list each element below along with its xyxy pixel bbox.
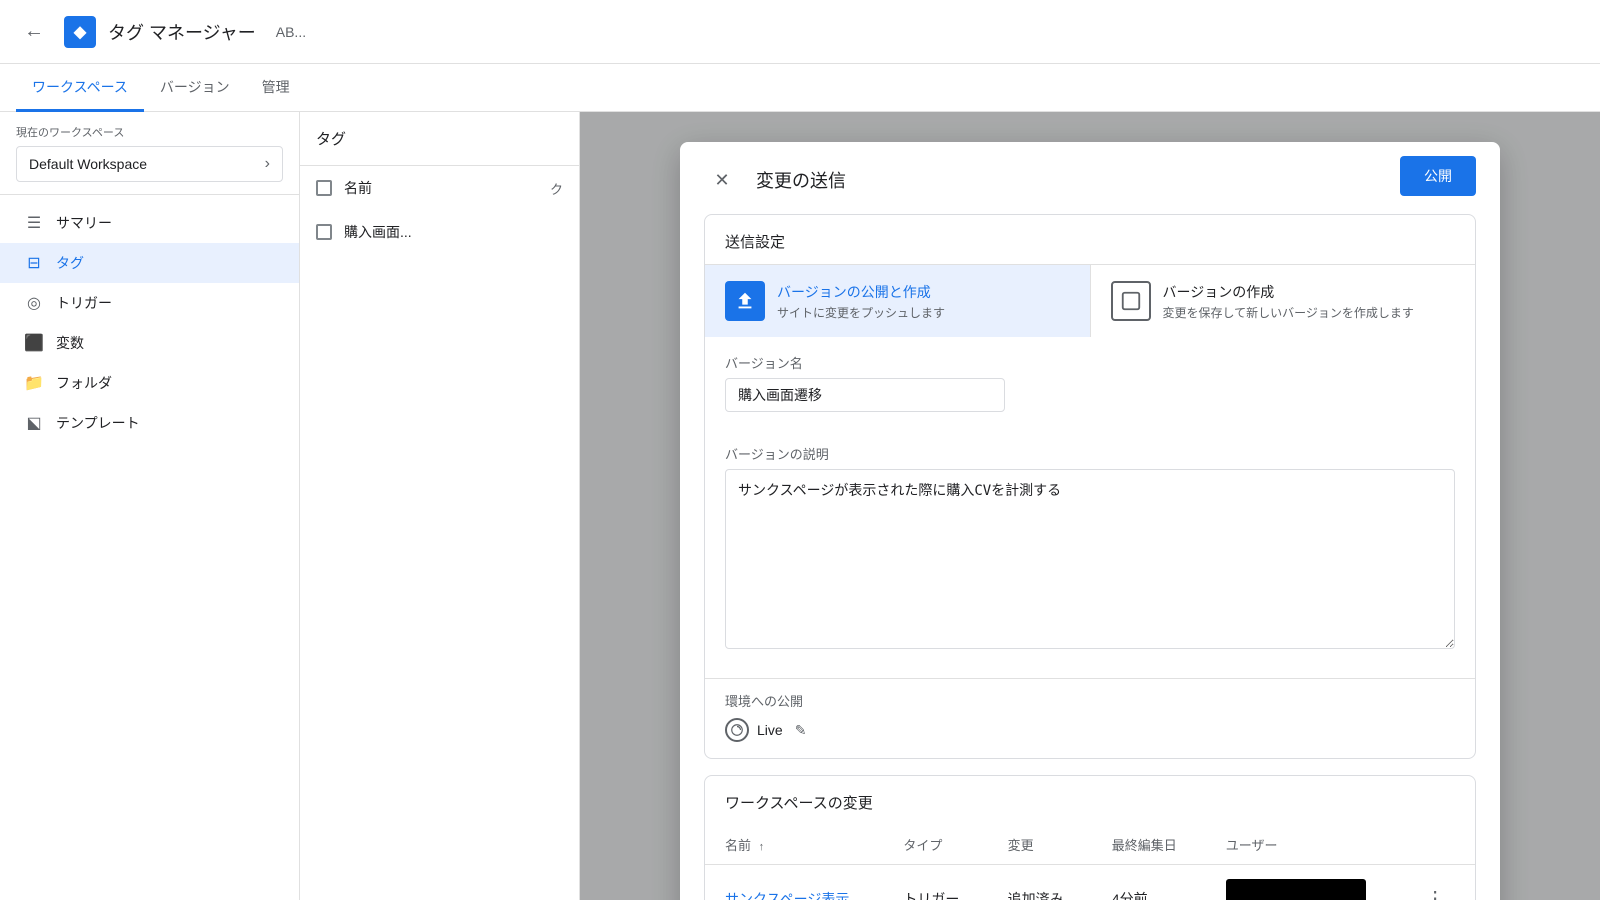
env-section: 環境への公開 Live ✎: [705, 678, 1475, 758]
env-badge: Live ✎: [725, 718, 806, 742]
send-settings-card: 送信設定 バージョンの公開と作成: [704, 214, 1476, 759]
tab-version[interactable]: バージョン: [144, 65, 246, 112]
modal-body: 送信設定 バージョンの公開と作成: [680, 214, 1500, 900]
sidebar-item-variables[interactable]: ⬛ 変数: [0, 323, 299, 363]
version-name-section: バージョン名: [705, 337, 1475, 428]
publish-button[interactable]: 公開: [1400, 156, 1476, 196]
back-button[interactable]: ←: [16, 14, 52, 50]
change-edited-thankyou: 4分前: [1092, 865, 1206, 900]
version-desc-label: バージョンの説明: [725, 444, 1455, 463]
changes-card-header: ワークスペースの変更: [705, 776, 1475, 825]
publish-options: バージョンの公開と作成 サイトに変更をプッシュします: [705, 264, 1475, 337]
modal-overlay: ✕ 変更の送信 公開 送信設定: [580, 112, 1600, 900]
version-name-label: バージョン名: [725, 353, 1455, 372]
tab-workspace[interactable]: ワークスペース: [16, 65, 144, 112]
more-button-thankyou[interactable]: ⋮: [1421, 882, 1449, 900]
version-desc-section: バージョンの説明 サンクスページが表示された際に購入CVを計測する: [705, 428, 1475, 670]
tab-admin[interactable]: 管理: [246, 65, 306, 112]
tag-list-item-purchase[interactable]: 購入画面...: [300, 210, 579, 254]
change-name-thankyou[interactable]: サンクスページ表示: [705, 865, 883, 900]
app-title: タグ マネージャー: [108, 19, 256, 45]
changes-table: 名前 ↑ タイプ 変更 最終編集日 ユーザー: [705, 825, 1475, 900]
user-avatar: [1226, 879, 1366, 900]
modal-close-button[interactable]: ✕: [704, 162, 740, 198]
publish-and-create-icon: [725, 281, 765, 321]
version-desc-textarea[interactable]: サンクスページが表示された際に購入CVを計測する: [725, 469, 1455, 649]
sidebar-item-summary[interactable]: ☰ サマリー: [0, 203, 299, 243]
sort-icon: ↑: [759, 841, 765, 853]
publish-and-create-option[interactable]: バージョンの公開と作成 サイトに変更をプッシュします: [705, 265, 1091, 337]
workspace-name-button[interactable]: Default Workspace ›: [16, 146, 283, 182]
triggers-icon: ◎: [24, 293, 44, 313]
sidebar-item-triggers[interactable]: ◎ トリガー: [0, 283, 299, 323]
summary-icon: ☰: [24, 213, 44, 233]
changes-card: ワークスペースの変更 名前 ↑ タイプ 変更: [704, 775, 1476, 900]
main-area: 現在のワークスペース Default Workspace › ☰ サマリー ⊟ …: [0, 112, 1600, 900]
create-only-option[interactable]: バージョンの作成 変更を保存して新しいバージョンを作成します: [1091, 265, 1476, 337]
env-edit-icon[interactable]: ✎: [795, 722, 807, 739]
tag-list-col-type: ク: [550, 179, 563, 198]
tags-icon: ⊟: [24, 253, 44, 273]
create-only-text: バージョンの作成 変更を保存して新しいバージョンを作成します: [1163, 282, 1414, 321]
tag-list-header: タグ: [300, 112, 579, 166]
col-header-actions: [1401, 825, 1475, 865]
create-only-icon: [1111, 281, 1151, 321]
sidebar-item-templates[interactable]: ⬕ テンプレート: [0, 403, 299, 443]
version-name-input[interactable]: [725, 378, 1005, 412]
account-name: AB...: [276, 24, 306, 40]
modal-title: 変更の送信: [756, 167, 846, 193]
env-live-icon: [725, 718, 749, 742]
sidebar-item-folders[interactable]: 📁 フォルダ: [0, 363, 299, 403]
tag-checkbox[interactable]: [316, 180, 332, 196]
env-label: 環境への公開: [725, 679, 1455, 710]
workspace-chevron-icon: ›: [265, 155, 270, 173]
tag-checkbox-purchase[interactable]: [316, 224, 332, 240]
content-panel: ✕ 変更の送信 公開 送信設定: [580, 112, 1600, 900]
tag-list-item[interactable]: 名前 ク: [300, 166, 579, 210]
change-type-thankyou: トリガー: [883, 865, 987, 900]
variables-icon: ⬛: [24, 333, 44, 353]
publish-and-create-text: バージョンの公開と作成 サイトに変更をプッシュします: [777, 282, 945, 321]
col-header-user: ユーザー: [1206, 825, 1401, 865]
col-header-last-edited: 最終編集日: [1092, 825, 1206, 865]
workspace-label: 現在のワークスペース: [16, 124, 283, 140]
app-logo: ◆: [64, 16, 96, 48]
folders-icon: 📁: [24, 373, 44, 393]
modal-header: ✕ 変更の送信 公開: [680, 142, 1500, 214]
tag-list-panel: タグ 名前 ク 購入画面...: [300, 112, 580, 900]
change-status-thankyou: 追加済み: [988, 865, 1092, 900]
col-header-name[interactable]: 名前 ↑: [705, 825, 883, 865]
tabs-row: ワークスペース バージョン 管理: [0, 64, 1600, 112]
send-settings-header: 送信設定: [705, 215, 1475, 264]
sidebar: 現在のワークスペース Default Workspace › ☰ サマリー ⊟ …: [0, 112, 300, 900]
change-user-thankyou: [1206, 865, 1401, 900]
table-row: サンクスページ表示 トリガー 追加済み 4分前 ⋮: [705, 865, 1475, 900]
col-header-change: 変更: [988, 825, 1092, 865]
top-bar: ← ◆ タグ マネージャー AB...: [0, 0, 1600, 64]
templates-icon: ⬕: [24, 413, 44, 433]
modal: ✕ 変更の送信 公開 送信設定: [680, 142, 1500, 900]
tag-list-col-name: 名前: [344, 178, 372, 198]
sidebar-item-tags[interactable]: ⊟ タグ: [0, 243, 299, 283]
col-header-type: タイプ: [883, 825, 987, 865]
nav-items: ☰ サマリー ⊟ タグ ◎ トリガー ⬛ 変数 📁 フォルダ ⬕ テンプレート: [0, 203, 299, 443]
change-more-thankyou: ⋮: [1401, 865, 1475, 900]
workspace-selector: 現在のワークスペース Default Workspace ›: [0, 112, 299, 195]
